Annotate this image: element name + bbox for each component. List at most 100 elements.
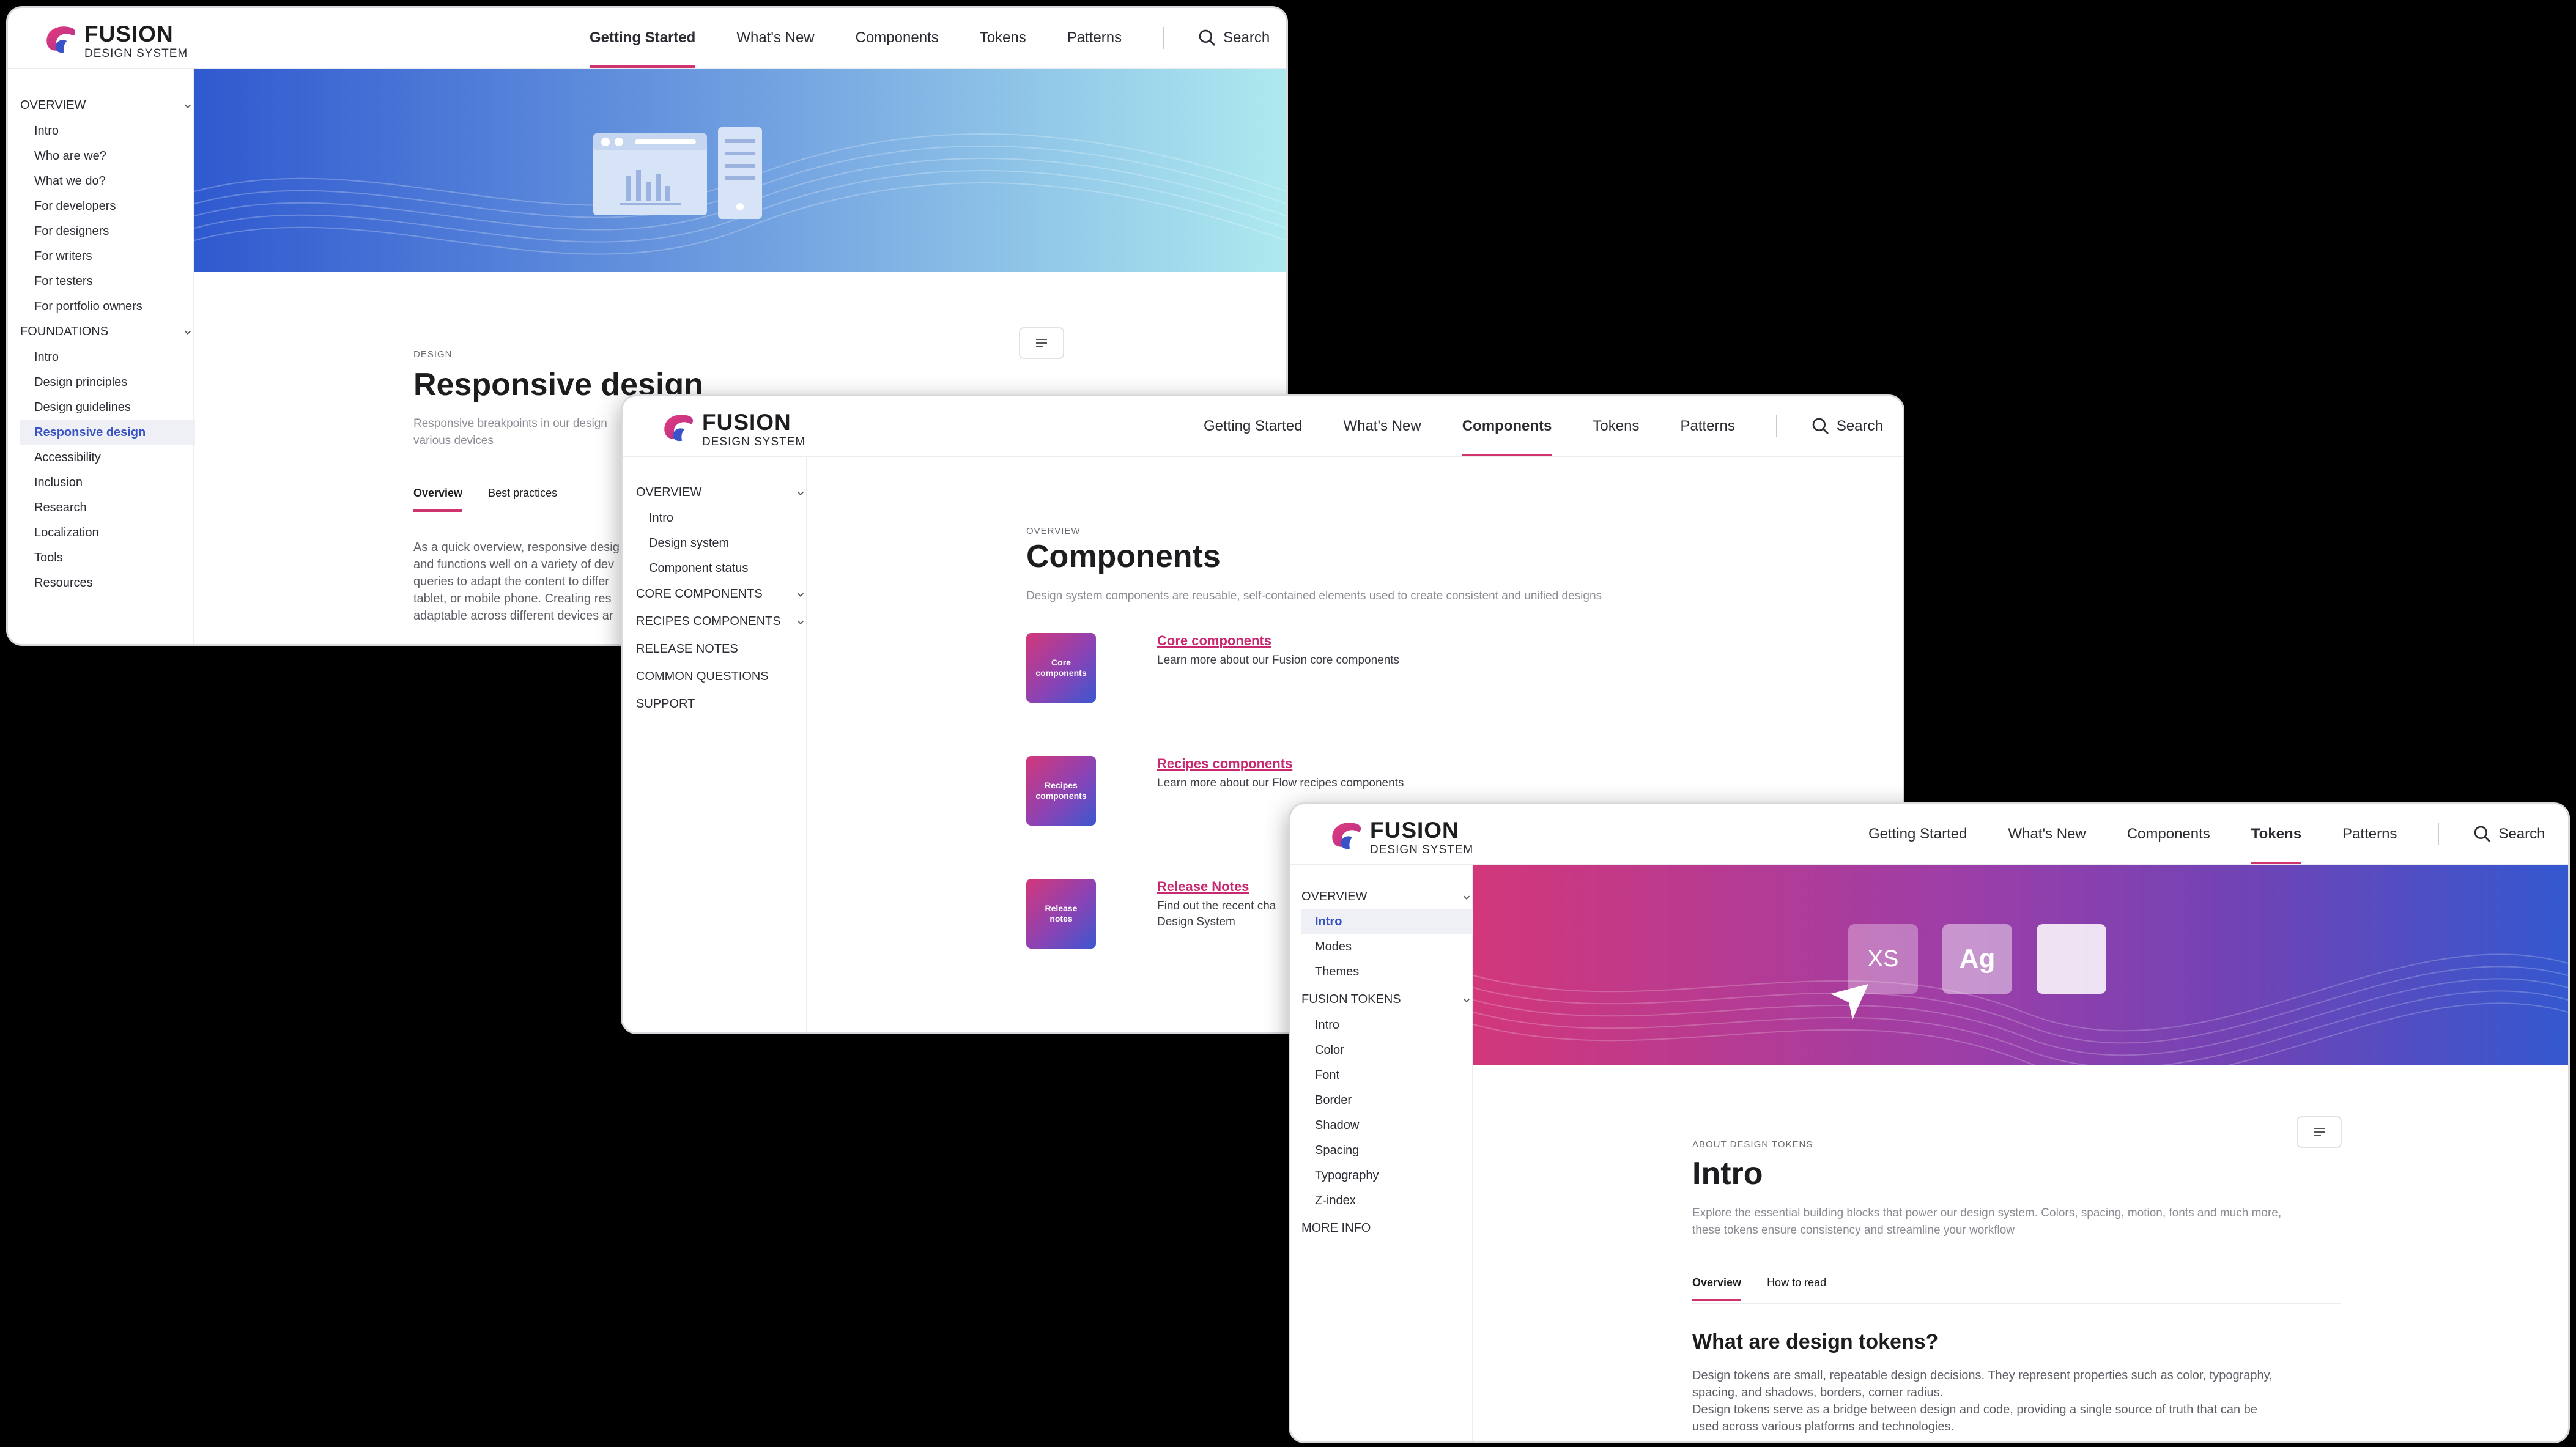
tab-how-to-read[interactable]: How to read <box>1767 1276 1826 1301</box>
fusion-logo[interactable]: FUSION DESIGN SYSTEM <box>659 411 805 448</box>
fusion-logo[interactable]: FUSION DESIGN SYSTEM <box>1327 819 1473 856</box>
main-nav: Getting Started What's New Components To… <box>590 8 1270 68</box>
sidebar-item[interactable]: Resources <box>34 576 93 590</box>
sidebar-item[interactable]: Spacing <box>1315 1144 1359 1158</box>
nav-tokens[interactable]: Tokens <box>1593 396 1639 456</box>
search-icon <box>2474 826 2491 842</box>
sidebar-item[interactable]: For portfolio owners <box>34 300 142 314</box>
card-link[interactable]: Release Notes <box>1157 879 1276 895</box>
card-thumbnail[interactable]: Recipes components <box>1026 756 1096 826</box>
nav-getting-started[interactable]: Getting Started <box>1868 804 1967 864</box>
sidebar-item[interactable]: For writers <box>34 250 92 264</box>
table-of-contents-button[interactable] <box>2297 1116 2342 1148</box>
card-link[interactable]: Recipes components <box>1157 756 1404 772</box>
sidebar-item[interactable]: Research <box>34 501 87 515</box>
sidebar-section-more-info[interactable]: MORE INFO <box>1301 1221 1371 1235</box>
sidebar-section-recipes-components[interactable]: RECIPES COMPONENTS <box>636 615 818 629</box>
page-eyebrow: OVERVIEW <box>1026 526 1081 536</box>
nav-tokens[interactable]: Tokens <box>980 8 1026 68</box>
nav-patterns[interactable]: Patterns <box>2342 804 2397 864</box>
card-thumbnail[interactable]: Release notes <box>1026 879 1096 949</box>
sidebar-section-foundations[interactable]: FOUNDATIONS <box>20 325 205 339</box>
sidebar-item[interactable]: Color <box>1315 1043 1344 1057</box>
sidebar-item[interactable]: For developers <box>34 199 116 213</box>
nav-components[interactable]: Components <box>1462 396 1552 456</box>
sidebar-item[interactable]: Accessibility <box>34 451 101 465</box>
fusion-logo-icon <box>46 26 76 53</box>
sidebar-item[interactable]: Typography <box>1315 1169 1379 1183</box>
card-link[interactable]: Core components <box>1157 633 1399 649</box>
card-thumbnail[interactable]: Core components <box>1026 633 1096 703</box>
fusion-logo[interactable]: FUSION DESIGN SYSTEM <box>42 23 188 60</box>
nav-divider <box>1163 27 1164 49</box>
responsive-devices-illustration <box>593 127 762 219</box>
brand-tagline: DESIGN SYSTEM <box>84 47 188 60</box>
page-lead: Design system components are reusable, s… <box>1026 590 1602 602</box>
sidebar-item[interactable]: Shadow <box>1315 1119 1359 1133</box>
nav-getting-started[interactable]: Getting Started <box>590 8 696 68</box>
nav-whats-new[interactable]: What's New <box>2008 804 2086 864</box>
sidebar-item[interactable]: Design guidelines <box>34 401 131 415</box>
card-core-components: Core components Core components Learn mo… <box>1026 633 1399 703</box>
nav-patterns[interactable]: Patterns <box>1680 396 1734 456</box>
search-button[interactable]: Search <box>1197 28 1270 48</box>
chevron-down-icon <box>797 620 804 624</box>
main-nav: Getting Started What's New Components To… <box>1204 396 1883 456</box>
sidebar-item[interactable]: Localization <box>34 526 99 540</box>
sidebar-item[interactable]: Themes <box>1315 965 1359 979</box>
sidebar-item[interactable]: Intro <box>34 350 59 365</box>
sidebar-item[interactable]: Z-index <box>1315 1194 1356 1208</box>
sidebar-item[interactable]: Intro <box>1315 1018 1339 1032</box>
sidebar-item[interactable]: For testers <box>34 275 93 289</box>
nav-tokens[interactable]: Tokens <box>2251 804 2302 864</box>
sidebar-item-selected[interactable]: Responsive design <box>20 420 195 445</box>
search-button[interactable]: Search <box>1811 416 1883 436</box>
section-heading: What are design tokens? <box>1692 1330 1939 1353</box>
nav-whats-new[interactable]: What's New <box>1343 396 1421 456</box>
sidebar-item[interactable]: Design principles <box>34 376 127 390</box>
sidebar: OVERVIEW Intro Design system Component s… <box>623 457 807 1032</box>
table-of-contents-button[interactable] <box>1019 327 1064 359</box>
sidebar-section-overview[interactable]: OVERVIEW <box>1301 890 1484 904</box>
sidebar-section-overview[interactable]: OVERVIEW <box>20 98 205 113</box>
sidebar-item-selected[interactable]: Intro <box>1301 909 1474 934</box>
content-tabs: Overview How to read <box>1692 1276 1852 1301</box>
page-title: Components <box>1026 539 1221 574</box>
card-description: Find out the recent cha Design System <box>1157 900 1276 928</box>
sidebar-item[interactable]: Who are we? <box>34 149 106 163</box>
sidebar-section-release-notes[interactable]: RELEASE NOTES <box>636 642 738 656</box>
sidebar-item[interactable]: Border <box>1315 1094 1352 1108</box>
nav-divider <box>1775 415 1777 437</box>
tab-best-practices[interactable]: Best practices <box>488 487 557 512</box>
sidebar-section-support[interactable]: SUPPORT <box>636 697 695 711</box>
sidebar-item[interactable]: Component status <box>649 561 748 575</box>
sidebar-item[interactable]: Font <box>1315 1068 1339 1082</box>
nav-whats-new[interactable]: What's New <box>736 8 814 68</box>
page-lead: Responsive breakpoints in our design var… <box>413 417 607 447</box>
page-eyebrow: ABOUT DESIGN TOKENS <box>1692 1139 1813 1150</box>
sidebar-section-common-questions[interactable]: COMMON QUESTIONS <box>636 670 769 684</box>
page-eyebrow: DESIGN <box>413 349 453 360</box>
sidebar-item[interactable]: Intro <box>649 511 673 525</box>
tab-overview[interactable]: Overview <box>413 487 463 512</box>
sidebar-section-overview[interactable]: OVERVIEW <box>636 486 818 500</box>
sidebar-item[interactable]: Modes <box>1315 940 1352 954</box>
search-button[interactable]: Search <box>2473 824 2545 844</box>
main-nav: Getting Started What's New Components To… <box>1868 804 2545 864</box>
nav-getting-started[interactable]: Getting Started <box>1204 396 1302 456</box>
chevron-down-icon <box>184 330 191 335</box>
tab-overview[interactable]: Overview <box>1692 1276 1742 1301</box>
sidebar-section-fusion-tokens[interactable]: FUSION TOKENS <box>1301 993 1484 1007</box>
nav-components[interactable]: Components <box>2127 804 2210 864</box>
sidebar: OVERVIEW Intro Modes Themes FUSION TOKEN… <box>1290 865 1474 1441</box>
sidebar-item[interactable]: Design system <box>649 536 729 550</box>
sidebar-item[interactable]: What we do? <box>34 174 106 188</box>
sidebar-item[interactable]: For designers <box>34 224 109 239</box>
sidebar-item[interactable]: Intro <box>34 124 59 138</box>
sidebar-section-core-components[interactable]: CORE COMPONENTS <box>636 587 818 601</box>
sidebar-item[interactable]: Tools <box>34 551 63 565</box>
sidebar-item[interactable]: Inclusion <box>34 476 83 490</box>
nav-patterns[interactable]: Patterns <box>1067 8 1122 68</box>
chevron-down-icon <box>797 593 804 597</box>
nav-components[interactable]: Components <box>856 8 939 68</box>
